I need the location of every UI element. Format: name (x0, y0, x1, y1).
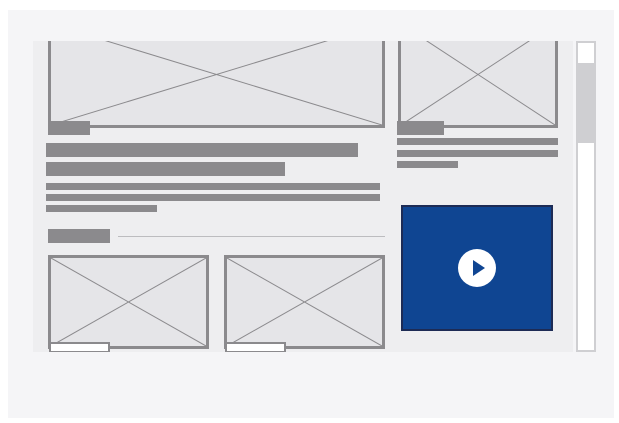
article-headline-line-2[interactable] (46, 162, 285, 176)
article-body-line-1 (46, 183, 380, 190)
article-headline-line-1[interactable] (46, 143, 358, 157)
sidebar-text-line-1 (397, 138, 558, 145)
sidebar-text-line-3 (397, 161, 458, 168)
section-title (48, 229, 110, 243)
scrollbar-thumb[interactable] (578, 63, 594, 143)
image-placeholder-icon (227, 258, 382, 346)
sidebar-category-tag (397, 121, 444, 135)
content-viewport (33, 41, 573, 352)
image-placeholder-icon (51, 41, 382, 125)
article-body-line-3 (46, 205, 157, 212)
image-placeholder-icon (401, 41, 555, 125)
card-image-placeholder-1[interactable] (48, 255, 209, 349)
scrollbar-track[interactable] (576, 41, 596, 352)
image-placeholder-icon (51, 258, 206, 346)
card-image-placeholder-2[interactable] (224, 255, 385, 349)
article-body-line-2 (46, 194, 380, 201)
card-label-1 (49, 342, 110, 352)
article-category-tag (48, 121, 90, 135)
card-label-2 (225, 342, 286, 352)
sidebar-image-placeholder[interactable] (398, 41, 558, 128)
hero-image-placeholder[interactable] (48, 41, 385, 128)
section-divider (118, 236, 385, 237)
sidebar-text-line-2 (397, 150, 558, 157)
play-icon (473, 260, 485, 276)
video-player[interactable] (401, 205, 553, 331)
play-button[interactable] (458, 249, 496, 287)
